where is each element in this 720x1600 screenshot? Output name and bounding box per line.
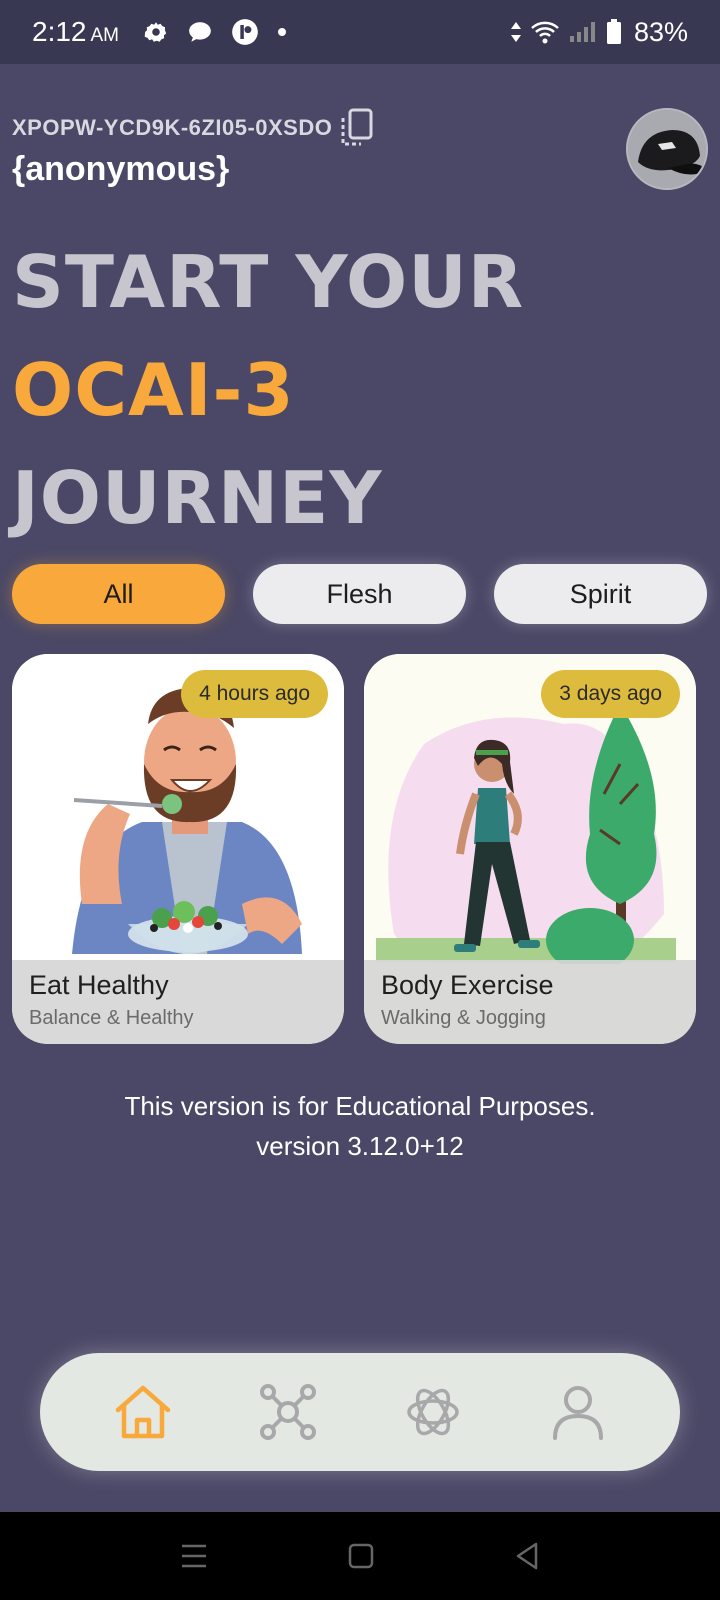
cap-image-icon — [628, 110, 706, 188]
filter-chips: All Flesh Spirit — [12, 564, 707, 624]
hero-title: START YOUR OCAI-3 JOURNEY — [12, 228, 524, 552]
chip-flesh-label: Flesh — [326, 578, 393, 609]
status-time: 2:12 AM — [32, 16, 119, 48]
status-ampm: AM — [90, 25, 120, 46]
card-subtitle: Balance & Healthy — [29, 1007, 194, 1029]
profile-icon — [552, 1386, 603, 1440]
chip-flesh[interactable]: Flesh — [253, 564, 466, 624]
recents-menu-icon[interactable] — [180, 1543, 208, 1569]
nav-profile[interactable] — [538, 1372, 618, 1452]
card-body-exercise[interactable]: 3 days ago Body Exercise Walking & Joggi… — [364, 654, 696, 1044]
version-notes: This version is for Educational Purposes… — [0, 1086, 720, 1166]
battery-percent: 83% — [633, 16, 688, 47]
ai-icon — [406, 1388, 459, 1436]
nav-network[interactable] — [248, 1372, 328, 1452]
card-subtitle: Walking & Jogging — [381, 1007, 546, 1029]
app-icon — [232, 19, 258, 45]
network-icon — [259, 1384, 316, 1440]
card-eat-healthy[interactable]: 4 hours ago Eat Healthy Balance & Health… — [12, 654, 344, 1044]
card-time-badge: 4 hours ago — [181, 670, 328, 718]
nav-home[interactable] — [103, 1372, 183, 1452]
card-time-badge: 3 days ago — [541, 670, 680, 718]
card-footer: Eat Healthy Balance & Healthy — [12, 960, 344, 1044]
chip-spirit-label: Spirit — [569, 578, 632, 609]
hero-line-1: START YOUR — [12, 240, 525, 324]
user-code: XPOPW-YCD9K-6ZI05-0XSDO — [12, 108, 374, 148]
battery-icon — [606, 19, 621, 44]
card-footer: Body Exercise Walking & Jogging — [364, 960, 696, 1044]
wifi-icon — [531, 21, 559, 44]
educational-note: This version is for Educational Purposes… — [124, 1091, 596, 1121]
chat-icon — [189, 22, 211, 42]
card-title: Body Exercise — [381, 970, 554, 1000]
chip-all[interactable]: All — [12, 564, 225, 624]
bottom-nav — [40, 1353, 680, 1471]
copy-icon[interactable] — [340, 108, 374, 148]
home-icon — [115, 1385, 170, 1439]
hero-line-2: OCAI-3 — [12, 348, 295, 432]
dot-icon — [278, 28, 286, 36]
nav-ai[interactable] — [393, 1372, 473, 1452]
system-nav-bar — [0, 1512, 720, 1600]
home-square-icon[interactable] — [348, 1543, 374, 1569]
signal-icon — [569, 22, 595, 42]
avatar[interactable] — [626, 108, 708, 190]
user-code-text: XPOPW-YCD9K-6ZI05-0XSDO — [12, 115, 333, 140]
username: {anonymous} — [12, 150, 230, 188]
data-arrows-icon — [510, 22, 521, 42]
status-time-value: 2:12 — [32, 16, 87, 47]
journey-cards: 4 hours ago Eat Healthy Balance & Health… — [12, 654, 696, 1044]
chip-spirit[interactable]: Spirit — [494, 564, 707, 624]
chip-all-label: All — [103, 578, 134, 609]
back-icon[interactable] — [514, 1542, 540, 1570]
card-title: Eat Healthy — [29, 970, 169, 1000]
settings-icon — [144, 22, 167, 42]
status-bar: 2:12 AM 83% — [0, 0, 720, 64]
version-text: version 3.12.0+12 — [256, 1131, 464, 1161]
hero-line-3: JOURNEY — [12, 456, 383, 540]
